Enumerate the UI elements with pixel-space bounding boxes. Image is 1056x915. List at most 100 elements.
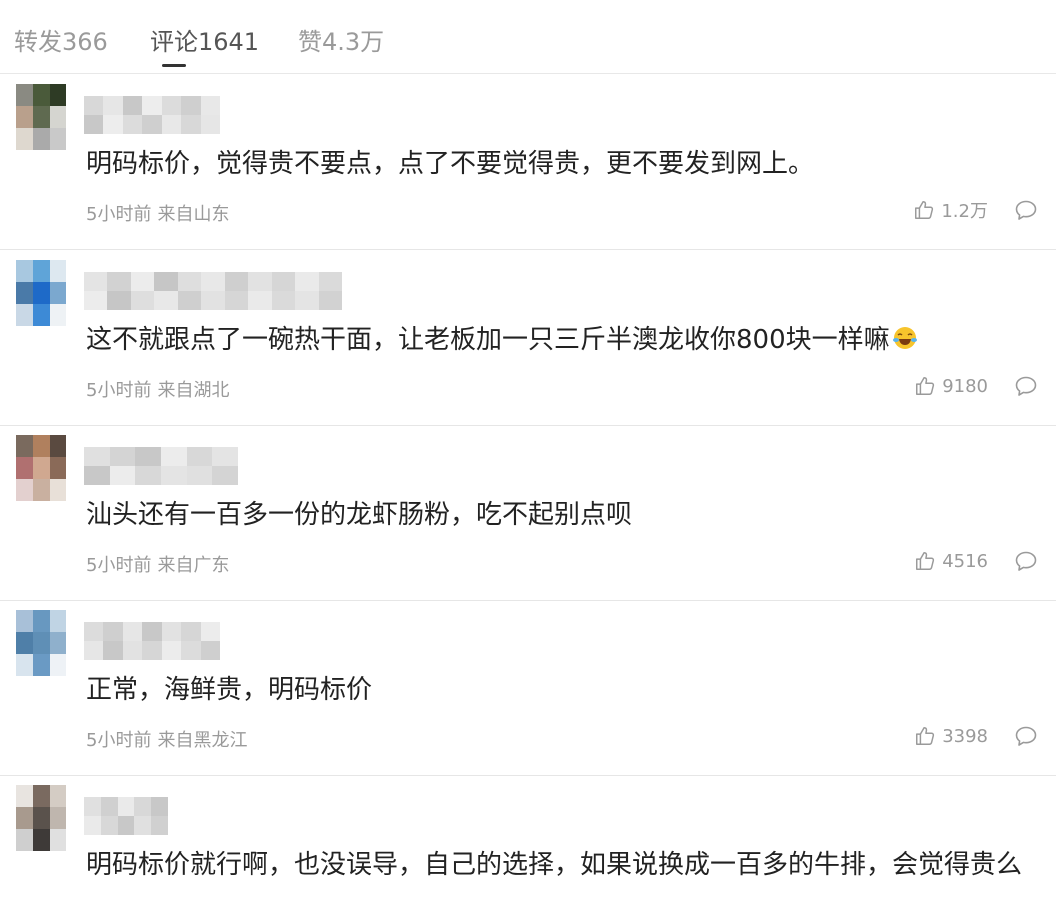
username-mosaic-tile xyxy=(100,797,118,816)
avatar-mosaic-tile xyxy=(50,610,66,632)
avatar[interactable] xyxy=(16,435,66,501)
username-mosaic-tile xyxy=(186,466,213,485)
comment-location: 来自湖北 xyxy=(157,380,230,401)
like-count: 3398 xyxy=(942,725,988,747)
username-mosaic-tile xyxy=(295,272,320,291)
comment-text: 正常，海鲜贵，明码标价 xyxy=(86,670,1041,710)
comment-bubble-icon xyxy=(1014,199,1038,221)
username-mosaic-tile xyxy=(200,115,220,134)
username-mosaic-tile xyxy=(142,115,163,134)
username-mosaic-tile xyxy=(181,96,202,115)
avatar-mosaic-tile xyxy=(50,128,66,150)
avatar-mosaic-tile xyxy=(16,807,33,829)
username-mosaic-tile xyxy=(154,291,179,310)
username-mosaic-tile xyxy=(103,641,124,660)
tab-bar: 转发366 评论1641 赞4.3万 xyxy=(0,0,1056,74)
thumbs-up-icon xyxy=(914,550,936,572)
username-mosaic-tile xyxy=(151,797,168,816)
reply-button[interactable] xyxy=(1014,725,1038,747)
avatar-mosaic-tile xyxy=(50,304,66,326)
username-mosaic-tile xyxy=(161,641,182,660)
username-redacted[interactable] xyxy=(84,797,168,835)
comment-item: 汕头还有一百多一份的龙虾肠粉，吃不起别点呗 5小时前 来自广东 4516 xyxy=(0,425,1056,601)
comment-time: 5小时前 xyxy=(86,380,152,401)
username-mosaic-tile xyxy=(107,272,132,291)
avatar-mosaic-tile xyxy=(16,304,33,326)
like-count: 4516 xyxy=(942,550,988,572)
reply-button[interactable] xyxy=(1014,199,1038,221)
avatar-mosaic-tile xyxy=(16,610,33,632)
avatar-mosaic-tile xyxy=(50,632,66,654)
reply-button[interactable] xyxy=(1014,550,1038,572)
username-redacted[interactable] xyxy=(84,96,220,134)
username-mosaic-tile xyxy=(295,291,320,310)
username-mosaic-tile xyxy=(200,641,220,660)
avatar-mosaic-tile xyxy=(33,106,50,128)
comment-text: 汕头还有一百多一份的龙虾肠粉，吃不起别点呗 xyxy=(86,495,1041,535)
username-mosaic-tile xyxy=(181,622,202,641)
username-mosaic-tile xyxy=(212,447,238,466)
comment-time: 5小时前 xyxy=(86,204,152,225)
avatar[interactable] xyxy=(16,260,66,326)
comment-text-content: 明码标价，觉得贵不要点，点了不要觉得贵，更不要发到网上。 xyxy=(86,149,815,179)
tab-reposts[interactable]: 转发366 xyxy=(14,22,108,57)
tab-likes[interactable]: 赞4.3万 xyxy=(298,22,384,57)
like-button[interactable]: 4516 xyxy=(914,550,988,572)
username-mosaic-tile xyxy=(103,115,124,134)
avatar-mosaic-tile xyxy=(33,435,50,457)
username-mosaic-tile xyxy=(177,291,202,310)
comment-bubble-icon xyxy=(1014,375,1038,397)
username-mosaic-tile xyxy=(181,115,202,134)
avatar-mosaic-tile xyxy=(50,260,66,282)
username-mosaic-tile xyxy=(161,622,182,641)
username-mosaic-tile xyxy=(224,291,249,310)
comment-item: 明码标价，觉得贵不要点，点了不要觉得贵，更不要发到网上。 5小时前 来自山东 1.2万 xyxy=(0,74,1056,250)
thumbs-up-icon xyxy=(913,199,935,221)
username-mosaic-tile xyxy=(200,96,220,115)
username-mosaic-tile xyxy=(224,272,249,291)
username-mosaic-tile xyxy=(318,272,342,291)
comment-text: 明码标价就行啊，也没误导，自己的选择，如果说换成一百多的牛排，会觉得贵么 xyxy=(86,845,1041,885)
username-redacted[interactable] xyxy=(84,622,220,660)
avatar-mosaic-tile xyxy=(50,829,66,851)
like-button[interactable]: 9180 xyxy=(914,375,988,397)
comment-item: 正常，海鲜贵，明码标价 5小时前 来自黑龙江 3398 xyxy=(0,600,1056,776)
reply-button[interactable] xyxy=(1014,375,1038,397)
username-mosaic-tile xyxy=(248,291,273,310)
username-mosaic-tile xyxy=(117,797,135,816)
like-button[interactable]: 3398 xyxy=(914,725,988,747)
comment-text: 这不就跟点了一碗热干面，让老板加一只三斤半澳龙收你800块一样嘛 xyxy=(86,320,1041,360)
username-mosaic-tile xyxy=(271,272,296,291)
username-redacted[interactable] xyxy=(84,447,238,485)
username-mosaic-tile xyxy=(109,466,136,485)
username-mosaic-tile xyxy=(142,96,163,115)
like-button[interactable]: 1.2万 xyxy=(913,197,988,223)
avatar-mosaic-tile xyxy=(33,260,50,282)
username-mosaic-tile xyxy=(122,96,143,115)
avatar-mosaic-tile xyxy=(16,632,33,654)
avatar-mosaic-tile xyxy=(50,282,66,304)
username-mosaic-tile xyxy=(135,447,162,466)
avatar[interactable] xyxy=(16,785,66,851)
avatar-mosaic-tile xyxy=(33,654,50,676)
username-mosaic-tile xyxy=(84,641,104,660)
username-mosaic-tile xyxy=(84,816,101,835)
username-mosaic-tile xyxy=(212,466,238,485)
comment-time: 5小时前 xyxy=(86,730,152,751)
comment-actions: 1.2万 xyxy=(913,196,1038,224)
avatar-mosaic-tile xyxy=(16,106,33,128)
avatar-mosaic-tile xyxy=(33,785,50,807)
username-mosaic-tile xyxy=(84,466,110,485)
username-mosaic-tile xyxy=(161,96,182,115)
username-redacted[interactable] xyxy=(84,272,342,310)
avatar-mosaic-tile xyxy=(33,610,50,632)
avatar[interactable] xyxy=(16,610,66,676)
username-mosaic-tile xyxy=(201,272,226,291)
comment-meta: 5小时前 来自黑龙江 xyxy=(86,726,247,752)
username-mosaic-tile xyxy=(181,641,202,660)
tab-comments[interactable]: 评论1641 xyxy=(150,22,259,57)
comment-meta: 5小时前 来自山东 xyxy=(86,200,229,226)
avatar[interactable] xyxy=(16,84,66,150)
username-mosaic-tile xyxy=(84,797,101,816)
username-mosaic-tile xyxy=(130,291,155,310)
